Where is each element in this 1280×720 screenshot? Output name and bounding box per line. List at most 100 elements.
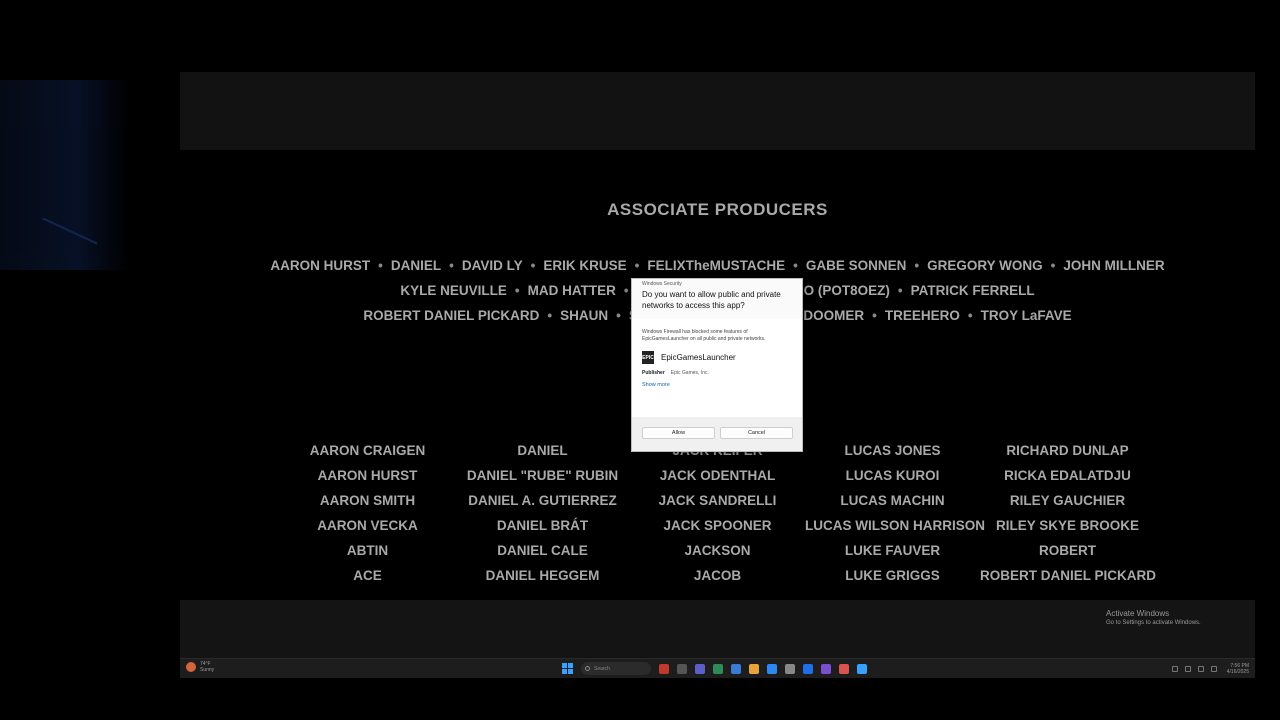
watermark-title: Activate Windows	[1106, 609, 1170, 618]
dialog-publisher: Publisher Epic Games, Inc.	[642, 370, 792, 376]
credit-name: AARON VECKA	[317, 518, 418, 533]
taskbar-app-icon[interactable]	[677, 663, 687, 674]
taskbar-app-icon[interactable]	[857, 663, 867, 674]
taskbar-app-icon[interactable]	[659, 663, 669, 674]
taskbar-app-icon[interactable]	[821, 663, 831, 674]
credit-name: DANIEL A. GUTIERREZ	[468, 493, 617, 508]
producer-name: ROBERT DANIEL PICKARD	[363, 308, 540, 323]
separator-dot: •	[872, 308, 877, 323]
separator-dot: •	[449, 258, 454, 273]
separator-dot: •	[634, 258, 640, 273]
producer-name: PATRICK FERRELL	[910, 283, 1035, 298]
taskbar-app-icon[interactable]	[695, 663, 705, 674]
producer-name: FELIXTheMUSTACHE	[647, 258, 786, 273]
bottom-letterbox	[180, 600, 1255, 658]
separator-dot: •	[914, 258, 920, 273]
producer-name: TREEHERO	[884, 308, 960, 323]
credit-name: JACK SANDRELLI	[658, 493, 777, 508]
cancel-button[interactable]: Cancel	[720, 427, 793, 439]
credit-name: RILEY GAUCHIER	[1009, 493, 1126, 508]
credit-name: RICKA EDALATDJU	[1004, 468, 1131, 483]
credit-name: JACK ODENTHAL	[659, 468, 776, 483]
taskbar-apps: Search	[562, 662, 867, 675]
system-tray: 7:56 PM 4/16/2025	[1165, 663, 1249, 675]
separator-dot: •	[378, 258, 383, 273]
dialog-question: Do you want to allow public and private …	[642, 290, 781, 310]
producer-name: KYLE NEUVILLE	[400, 283, 507, 298]
allow-button[interactable]: Allow	[642, 427, 715, 439]
top-letterbox	[180, 72, 1255, 150]
weather-desc: Sunny	[200, 667, 215, 673]
credit-name: JACK SPOONER	[663, 518, 772, 533]
separator-dot: •	[623, 283, 629, 298]
producer-name: GREGORY WONG	[927, 258, 1043, 273]
credit-name: DANIEL "RUBE" RUBIN	[466, 468, 619, 483]
credits-heading: ASSOCIATE PRODUCERS	[607, 200, 828, 219]
taskbar-clock[interactable]: 7:56 PM 4/16/2025	[1227, 663, 1249, 675]
credit-name: LUKE GRIGGS	[845, 568, 940, 583]
speaker-icon[interactable]	[1197, 666, 1204, 672]
dialog-footer: Allow Cancel	[632, 417, 802, 451]
separator-dot: •	[616, 308, 621, 323]
taskbar-app-icon[interactable]	[713, 663, 723, 674]
dialog-description: Windows Firewall has blocked some featur…	[642, 329, 766, 342]
epic-games-logo-icon: EPIC	[642, 351, 654, 364]
search-icon	[585, 666, 590, 671]
credit-name: ACE	[353, 568, 382, 583]
producer-name: ERIK KRUSE	[543, 258, 627, 273]
desktop: ASSOCIATE PRODUCERS AARON HURST • DANIEL • D…	[0, 0, 1280, 720]
credits-names-grid: AARON CRAIGENDANIELJACK KEIFERLUCAS JONE…	[280, 442, 1157, 585]
credit-name: AARON SMITH	[319, 493, 416, 508]
activate-windows-watermark: Activate Windows Go to Settings to activ…	[1106, 609, 1201, 626]
search-placeholder: Search	[594, 665, 610, 672]
background-monitor-glow	[0, 80, 130, 270]
producer-name: GABE SONNEN	[805, 258, 907, 273]
dialog-app-name: EpicGamesLauncher	[661, 353, 736, 362]
credit-name: DANIEL	[517, 443, 568, 458]
credit-name: AARON CRAIGEN	[309, 443, 426, 458]
credit-name: JACOB	[693, 568, 742, 583]
producer-name: TROY LaFAVE	[980, 308, 1072, 323]
taskbar-app-icon[interactable]	[749, 663, 759, 674]
credit-name: JACKSON	[684, 543, 751, 558]
taskbar-app-icon[interactable]	[731, 663, 741, 674]
separator-dot: •	[1050, 258, 1056, 273]
show-more-link[interactable]: Show more	[642, 382, 792, 388]
taskbar-search-box[interactable]: Search	[581, 662, 651, 675]
taskbar-app-icon[interactable]	[839, 663, 849, 674]
taskbar-app-icon[interactable]	[767, 663, 777, 674]
producer-name: JOHN MILLNER	[1063, 258, 1165, 273]
network-icon[interactable]	[1184, 666, 1191, 672]
separator-dot: •	[793, 258, 798, 273]
windows-security-dialog: Windows Security Do you want to allow pu…	[631, 278, 803, 452]
producer-name: DAVID LY	[461, 258, 523, 273]
taskbar-app-icon[interactable]	[803, 663, 813, 674]
publisher-label: Publisher	[642, 370, 665, 376]
producer-name: DANIEL	[390, 258, 442, 273]
chevron-up-icon[interactable]	[1171, 666, 1178, 672]
taskbar-app-icon[interactable]	[785, 663, 795, 674]
credit-name: RILEY SKYE BROOKE	[995, 518, 1140, 533]
credit-name: DANIEL CALE	[497, 543, 588, 558]
sun-icon	[186, 662, 196, 672]
battery-icon[interactable]	[1210, 666, 1217, 672]
taskbar: 74°F Sunny Search 7:56 PM 4/16/2025	[180, 658, 1255, 678]
credit-name: RICHARD DUNLAP	[1006, 443, 1129, 458]
credit-name: LUCAS MACHIN	[840, 493, 945, 508]
clock-date: 4/16/2025	[1226, 669, 1249, 675]
weather-widget[interactable]: 74°F Sunny	[186, 661, 214, 673]
separator-dot: •	[897, 283, 903, 298]
dialog-caption: Windows Security	[642, 281, 682, 287]
start-button[interactable]	[562, 663, 573, 674]
separator-dot: •	[530, 258, 536, 273]
producer-name: SHAUN	[560, 308, 609, 323]
credit-name: ABTIN	[346, 543, 389, 558]
separator-dot: •	[514, 283, 520, 298]
watermark-subtitle: Go to Settings to activate Windows.	[1106, 620, 1201, 626]
credit-name: LUKE FAUVER	[844, 543, 941, 558]
credit-name: LUCAS WILSON HARRISON	[805, 518, 985, 533]
credit-name: ROBERT	[1039, 543, 1096, 558]
credit-name: LUCAS KUROI	[845, 468, 940, 483]
credit-name: ROBERT DANIEL PICKARD	[980, 568, 1157, 583]
separator-dot: •	[967, 308, 973, 323]
